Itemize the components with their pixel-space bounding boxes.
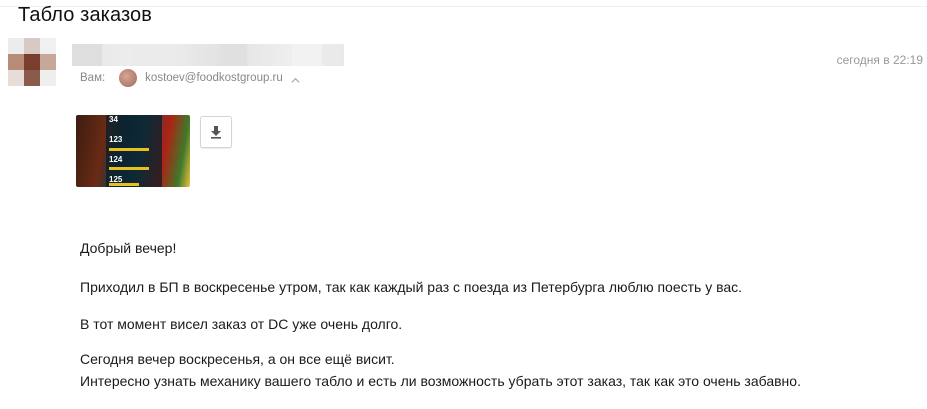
download-button[interactable] — [200, 116, 232, 148]
download-icon — [211, 126, 221, 139]
message-greeting: Добрый вечер! — [80, 240, 177, 256]
recipient-avatar — [119, 69, 138, 87]
thumbnail-order-number: 124 — [109, 155, 123, 164]
message-paragraph: Сегодня вечер воскресенья, а он все ещё … — [80, 351, 395, 367]
message-paragraph: Интересно узнать механику вашего табло и… — [80, 373, 801, 389]
thumbnail-order-number: 34 — [109, 115, 118, 124]
message-subject: Табло заказов — [18, 4, 152, 26]
message-paragraph: Приходил в БП в воскресенье утром, так к… — [80, 279, 743, 295]
message-paragraph: В тот момент висел заказ от DC уже очень… — [80, 316, 403, 332]
thumbnail-order-number: 123 — [109, 135, 123, 144]
thumbnail-bar — [109, 167, 149, 170]
chevron-up-icon[interactable] — [291, 76, 300, 85]
recipient-email[interactable]: kostoev@foodkostgroup.ru — [145, 72, 283, 84]
thumbnail-bar — [109, 183, 139, 186]
to-label: Вам: — [80, 72, 106, 84]
thumbnail-bar — [109, 148, 149, 151]
sender-name-redacted[interactable] — [72, 44, 344, 66]
message-date: сегодня в 22:19 — [836, 53, 923, 67]
attachment-thumbnail[interactable]: 34 123 124 125 — [76, 115, 190, 187]
recipient-row: Вам: kostoev@foodkostgroup.ru — [80, 68, 300, 88]
sender-avatar[interactable] — [8, 38, 56, 86]
